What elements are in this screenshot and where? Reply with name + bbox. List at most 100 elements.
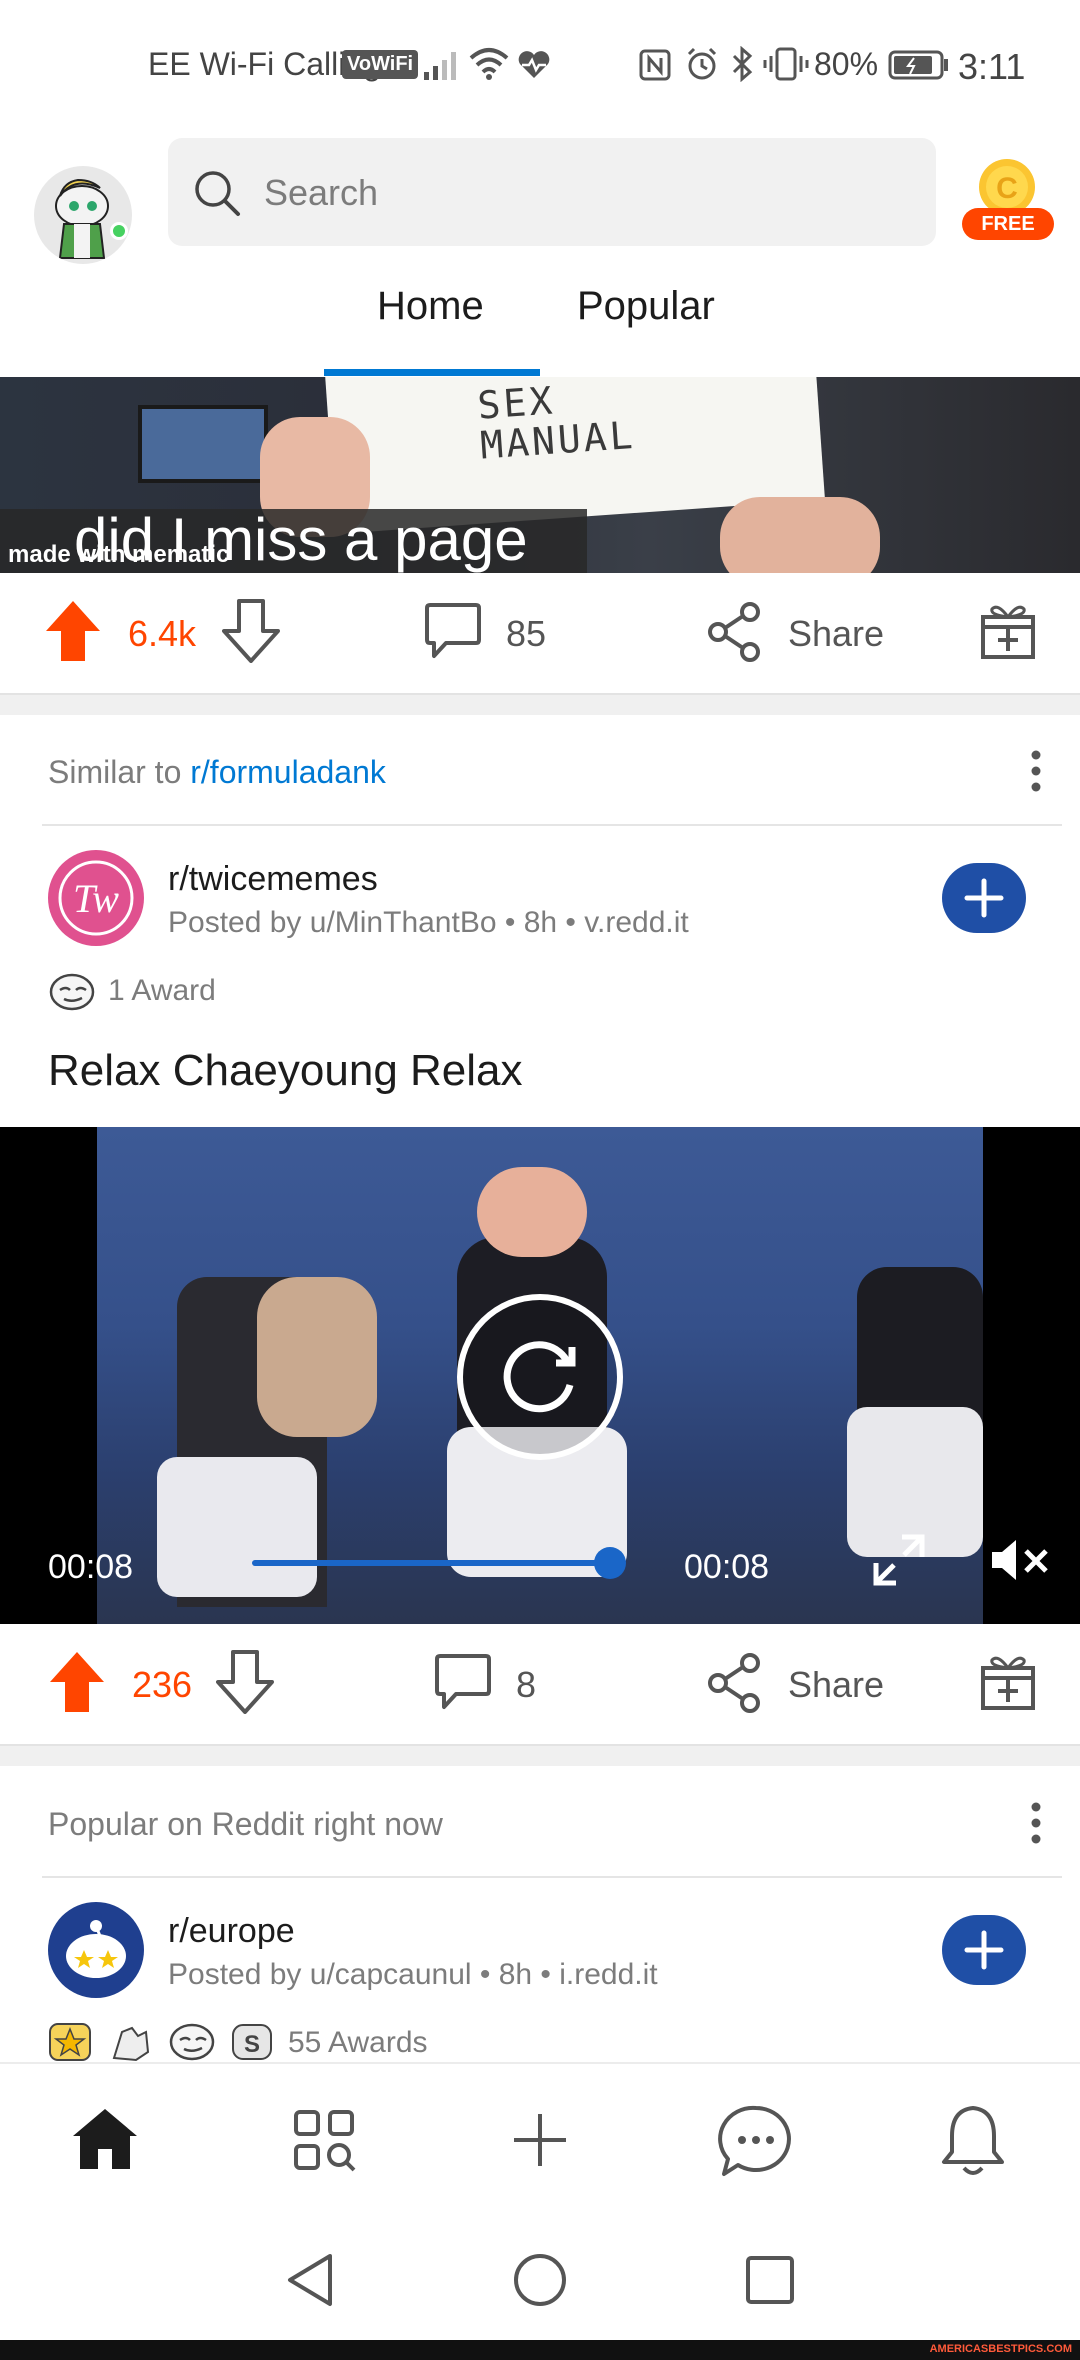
media-paper-text: SEX MANUAL [476,378,637,468]
media-watermark: made with mematic [8,541,230,568]
create-icon[interactable] [510,2110,570,2170]
post-meta: Posted by u/MinThantBo • 8h • v.redd.it [168,906,689,939]
media-hand-2 [720,497,880,573]
home-circle-icon[interactable] [512,2252,568,2308]
snoo-avatar-icon [55,178,109,259]
europe-snoo-icon [66,1920,126,1978]
comment-count: 85 [506,613,547,654]
post-action-bar: 6.4k 85 Share [0,573,1080,693]
award-icon [49,973,95,1011]
mute-icon[interactable] [990,1537,1050,1583]
watermark-bar [0,2340,1080,2360]
upvote-icon[interactable] [48,1650,106,1714]
join-button[interactable] [942,1915,1026,1985]
battery-percent: 80% [814,46,879,82]
bluetooth-icon [732,46,753,82]
award-count[interactable]: 1 Award [108,974,216,1008]
video-player[interactable] [0,1127,1080,1624]
downvote-icon[interactable] [216,1650,274,1714]
video-current-time: 00:08 [48,1548,134,1586]
share-icon[interactable] [706,601,764,663]
status-bar: EE Wi-Fi Calling VoWiFi 80% 3:11 [0,0,1080,130]
replay-icon[interactable] [456,1293,624,1461]
video-cutout [257,1277,377,1437]
post-title[interactable]: Relax Chaeyoung Relax [48,1046,523,1096]
battery-icon [888,50,948,80]
award-star-icon [49,2023,91,2061]
award-face-icon [169,2023,215,2061]
comment-icon[interactable] [424,601,482,661]
post-separator [0,693,1080,715]
upvote-icon[interactable] [44,599,102,663]
fullscreen-icon[interactable] [872,1533,926,1587]
award-gift-icon[interactable] [980,1650,1036,1712]
home-icon[interactable] [70,2106,140,2172]
alarm-icon [687,47,717,80]
vibrate-icon [763,47,809,81]
video-skirt-left [157,1457,317,1597]
context-subreddit-link[interactable]: r/formuladank [190,754,386,790]
award-count[interactable]: 55 Awards [288,2026,428,2060]
subreddit-name[interactable]: r/twicememes [168,860,378,899]
svg-text:S: S [244,2031,260,2058]
media-tv-screen [138,405,268,483]
system-navigation-bar [0,2212,1080,2340]
signal-icon [424,52,456,80]
search-icon [195,171,240,216]
subreddit-avatar[interactable]: Tw [48,850,144,946]
vowifi-badge: VoWiFi [342,50,419,79]
vote-score: 6.4k [128,613,197,654]
comment-icon[interactable] [434,1652,492,1712]
share-icon[interactable] [706,1652,764,1714]
plus-icon [964,1930,1004,1970]
free-coins-button[interactable]: C FREE [962,156,1054,246]
chat-icon[interactable] [718,2104,794,2178]
more-options-icon[interactable] [1024,1800,1048,1846]
active-tab-indicator [324,369,540,376]
notifications-icon[interactable] [938,2102,1008,2180]
post-action-bar: 236 8 Share [0,1624,1080,1744]
tab-home[interactable]: Home [377,284,484,329]
award-silver-icon: S [232,2024,272,2060]
recommendation-context: Similar to r/formuladank [48,754,386,791]
post-separator [0,1744,1080,1766]
free-badge: FREE [962,208,1054,240]
wifi-icon [469,48,509,80]
bottom-navigation [0,2062,1080,2212]
share-label[interactable]: Share [788,613,884,655]
app-header: Search C FREE [0,130,1080,264]
back-icon[interactable] [284,2252,336,2308]
health-icon [518,51,550,78]
subreddit-name[interactable]: r/europe [168,1912,295,1951]
feed-tabs: Home Popular [0,262,1080,377]
subreddit-avatar[interactable] [48,1902,144,1998]
video-duration: 00:08 [684,1548,770,1586]
context-prefix: Similar to [48,754,182,790]
post-media[interactable]: SEX MANUAL did I miss a page made with m… [0,377,1080,573]
vote-score: 236 [132,1664,193,1705]
svg-text:Tw: Tw [73,876,119,921]
twice-logo-icon: Tw [58,860,134,936]
online-indicator [110,222,128,240]
award-gift-icon[interactable] [980,599,1036,661]
video-progress-knob[interactable] [594,1547,626,1579]
share-label[interactable]: Share [788,1664,884,1706]
tab-popular[interactable]: Popular [577,284,715,329]
search-bar[interactable]: Search [168,138,936,246]
svg-text:C: C [996,172,1018,205]
clock: 3:11 [958,46,1026,87]
watermark-text: AMERICASBESTPICS.COM [929,2343,1072,2355]
downvote-icon[interactable] [222,599,280,663]
context-divider [42,1876,1062,1878]
plus-icon [964,878,1004,918]
discover-icon[interactable] [292,2108,358,2174]
award-hands-icon [112,2026,150,2062]
context-divider [42,824,1062,826]
avatar[interactable] [34,166,132,264]
video-progress-track[interactable] [252,1560,610,1566]
recommendation-context: Popular on Reddit right now [48,1806,443,1842]
more-options-icon[interactable] [1024,748,1048,794]
recents-icon[interactable] [744,2254,796,2306]
comment-count: 8 [516,1664,537,1705]
join-button[interactable] [942,863,1026,933]
